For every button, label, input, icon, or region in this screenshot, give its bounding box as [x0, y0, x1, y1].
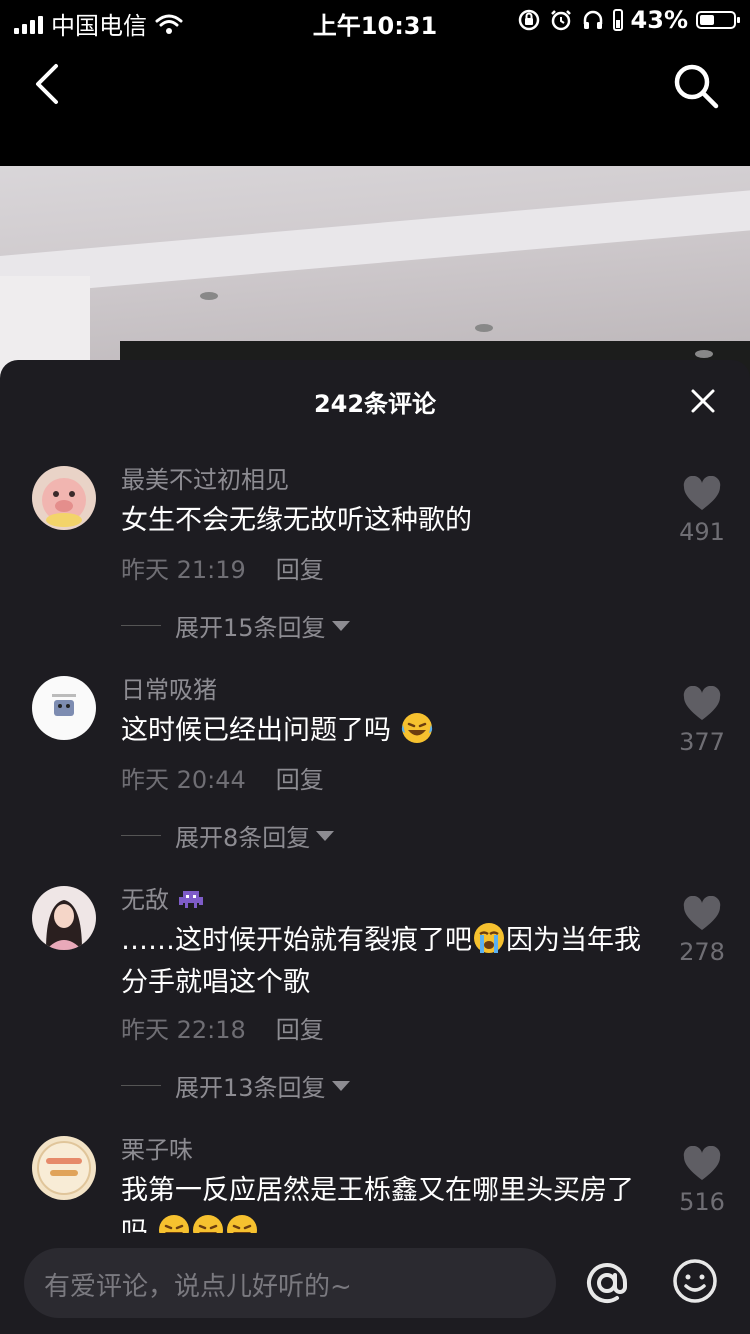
comment-input[interactable]: 有爱评论，说点儿好听的~ — [24, 1248, 556, 1318]
comment-username-text: 无敌 — [121, 886, 169, 914]
expand-replies-button[interactable]: 展开15条回复 — [121, 608, 350, 643]
comment-text: 我第一反应居然是王栎鑫又在哪里头买房了吗 — [121, 1170, 651, 1233]
triangle-down-icon — [331, 620, 350, 631]
like-button[interactable]: 278 — [672, 895, 732, 966]
ceiling-light — [200, 292, 218, 300]
ceiling-light — [695, 350, 713, 358]
expand-replies-label: 展开8条回复 — [175, 824, 311, 852]
reply-button[interactable]: 回复 — [276, 556, 324, 584]
heart-icon — [683, 475, 721, 510]
comment-username[interactable]: 栗子味 — [121, 1130, 193, 1165]
avatar[interactable] — [32, 1136, 96, 1200]
triangle-down-icon — [316, 830, 335, 841]
triangle-down-icon — [331, 1080, 350, 1091]
heart-icon — [683, 685, 721, 720]
comment-text: ……这时候开始就有裂痕了吧 因为当年我分手就唱这个歌 — [121, 920, 651, 1004]
alarm-icon — [550, 10, 571, 31]
rotation-lock-icon — [518, 9, 539, 31]
comment-time: 昨天 21:19 — [121, 556, 246, 584]
loudly-crying-emoji — [474, 923, 504, 953]
comment-list[interactable]: 最美不过初相见 女生不会无缘无故听这种歌的 昨天 21:19 回复 展开15条回复… — [0, 458, 750, 1233]
comment-text: 这时候已经出问题了吗 — [121, 710, 651, 752]
comment-time: 昨天 20:44 — [121, 766, 246, 794]
like-button[interactable]: 516 — [672, 1145, 732, 1216]
divider-line — [121, 835, 161, 836]
laughing-crying-emoji — [158, 1215, 189, 1233]
ceiling-beam — [0, 190, 750, 296]
like-button[interactable]: 491 — [672, 475, 732, 546]
comment-count-title: 242条评论 — [313, 390, 437, 418]
reply-button[interactable]: 回复 — [276, 1016, 324, 1044]
comment-sheet: 242条评论 最美不过初相见 女生不会无缘无故听这种歌的 昨天 21:19 回复 … — [0, 360, 750, 1334]
avatar[interactable] — [32, 886, 96, 950]
comment-text: 女生不会无缘无故听这种歌的 — [121, 505, 472, 536]
headphones-icon — [583, 10, 602, 29]
video-frame[interactable] — [0, 166, 750, 386]
laughing-crying-emoji — [192, 1215, 223, 1233]
like-count: 278 — [679, 938, 725, 966]
expand-replies-button[interactable]: 展开13条回复 — [121, 1068, 350, 1103]
mention-at-icon[interactable] — [582, 1258, 632, 1308]
comment-username[interactable]: 最美不过初相见 — [121, 460, 289, 495]
battery-icon — [696, 11, 740, 29]
battery-percent: 43% — [630, 6, 688, 34]
laughing-crying-emoji — [226, 1215, 257, 1233]
divider-line — [121, 625, 161, 626]
reply-button[interactable]: 回复 — [276, 766, 324, 794]
comment-input-placeholder: 有爱评论，说点儿好听的~ — [44, 1272, 352, 1302]
expand-replies-label: 展开13条回复 — [175, 1074, 326, 1102]
emoji-face-icon[interactable] — [672, 1258, 718, 1304]
divider-line — [121, 1085, 161, 1086]
comment-text-content: 这时候已经出问题了吗 — [121, 715, 391, 746]
back-arrow-icon[interactable] — [30, 62, 70, 106]
status-right: 43% — [517, 6, 740, 34]
comment-username[interactable]: 日常吸猪 — [121, 670, 217, 705]
expand-replies-label: 展开15条回复 — [175, 614, 326, 642]
comment-meta: 昨天 20:44 回复 — [121, 760, 324, 795]
status-bar: 中国电信 上午10:31 43% — [0, 0, 750, 40]
avatar[interactable] — [32, 676, 96, 740]
search-icon[interactable] — [672, 62, 720, 110]
ceiling-light — [475, 324, 493, 332]
comment-meta: 昨天 21:19 回复 — [121, 550, 324, 585]
avatar[interactable] — [32, 466, 96, 530]
like-count: 491 — [679, 518, 725, 546]
close-icon[interactable] — [690, 388, 716, 414]
laughing-crying-emoji — [401, 713, 432, 743]
comment-username[interactable]: 无敌 — [121, 880, 205, 915]
like-count: 377 — [679, 728, 725, 756]
expand-replies-button[interactable]: 展开8条回复 — [121, 818, 335, 853]
heart-icon — [683, 1145, 721, 1180]
comment-meta: 昨天 22:18 回复 — [121, 1010, 324, 1045]
like-button[interactable]: 377 — [672, 685, 732, 756]
like-count: 516 — [679, 1188, 725, 1216]
battery-fill — [700, 15, 714, 25]
comment-time: 昨天 22:18 — [121, 1016, 246, 1044]
heart-icon — [683, 895, 721, 930]
comment-text-part1: ……这时候开始就有裂痕了吧 — [121, 925, 472, 956]
alien-monster-emoji — [178, 891, 203, 908]
bluetooth-battery-icon — [612, 9, 623, 31]
